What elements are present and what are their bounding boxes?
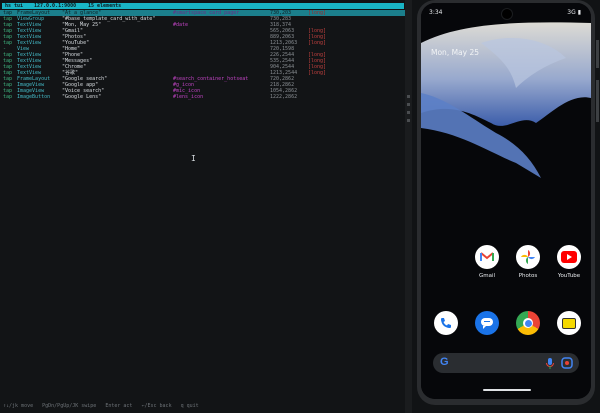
chrome-icon [516, 311, 540, 335]
google-g-icon[interactable]: G [440, 356, 449, 368]
text-cursor-icon: I [191, 154, 196, 163]
lens-icon[interactable] [561, 357, 573, 369]
app-icon [557, 311, 581, 335]
row-id: #lens_icon [173, 94, 204, 100]
row-action: tap [3, 94, 13, 100]
terminal-header: hs tui 127.0.0.1:9000 15 elements [2, 3, 404, 9]
volume-button [596, 80, 599, 122]
gmail-icon [475, 245, 499, 269]
camera-cutout [501, 8, 513, 20]
app-gmail[interactable]: Gmail [472, 245, 502, 279]
terminal-pane: hs tui 127.0.0.1:9000 15 elements tap Fra… [0, 0, 412, 413]
phone-screen[interactable]: 3:34 3G ▮ Mon, May 25 Gmail Photos YouTu… [421, 3, 591, 399]
row-text: "Google Lens" [62, 94, 102, 100]
app-label: Photos [518, 273, 538, 279]
google-search-bar[interactable]: G [433, 353, 579, 373]
app-photos[interactable]: Photos [513, 245, 543, 279]
pane-divider[interactable] [405, 0, 412, 413]
key-help-footer: ↑↓/jk move PgDn/PgUp/JK swipe Enter act … [3, 403, 199, 409]
photos-icon [516, 245, 540, 269]
status-time: 3:34 [429, 9, 443, 16]
app-youtube[interactable]: YouTube [554, 245, 584, 279]
status-network: 3G ▮ [567, 9, 581, 16]
app-label: Gmail [478, 273, 496, 279]
app-label: YouTube [557, 273, 581, 279]
header-count: 15 elements [88, 3, 122, 9]
wallpaper [421, 3, 591, 399]
row-coord: 1222,2862 [270, 94, 298, 100]
youtube-icon [557, 245, 581, 269]
messages-icon [475, 311, 499, 335]
header-device: 127.0.0.1:9000 [34, 3, 77, 9]
header-app: hs tui [5, 3, 24, 9]
phone-icon [434, 311, 458, 335]
battery-icon: ▮ [577, 9, 581, 16]
app-messages[interactable] [472, 311, 502, 335]
element-row[interactable]: tap ImageButton "Google Lens" #lens_icon 122… [0, 94, 405, 100]
app-phone[interactable] [431, 311, 461, 335]
app-guge[interactable] [554, 311, 584, 335]
home-gesture-bar[interactable] [483, 389, 531, 391]
row-type: ImageButton [17, 94, 51, 100]
at-a-glance-date[interactable]: Mon, May 25 [431, 48, 479, 57]
network-label: 3G [567, 9, 576, 16]
app-chrome[interactable] [513, 311, 543, 335]
power-button [596, 40, 599, 68]
mic-icon[interactable] [546, 358, 554, 369]
